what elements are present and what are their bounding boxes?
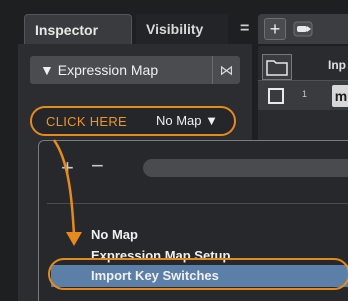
cubase-inspector-screenshot: Inspector Visibility = ▼ Expression Map …: [0, 0, 348, 301]
annotation-arrow: [52, 139, 82, 246]
